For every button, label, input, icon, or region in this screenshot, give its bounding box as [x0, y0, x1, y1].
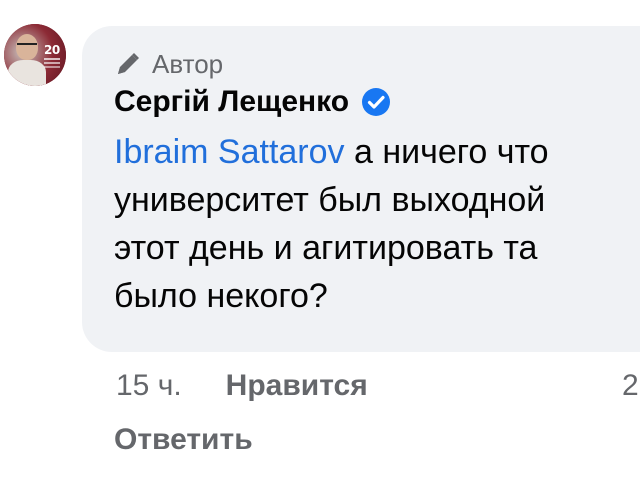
reply-button[interactable]: Ответить — [114, 420, 253, 460]
avatar-badge-text-lines — [44, 58, 60, 60]
avatar-badge-number: 20 — [44, 43, 60, 57]
comment-line-4: было некого? — [114, 277, 328, 315]
author-name-row: Сергій Лещенко — [114, 82, 391, 122]
verified-badge-icon — [362, 88, 391, 116]
avatar-body — [8, 60, 46, 86]
comment-screen: 20 Автор Сергій Лещенко Ibraim Sattarov … — [0, 0, 640, 480]
comment-actions: 15 ч. Нравится — [116, 366, 368, 406]
like-button[interactable]: Нравится — [226, 366, 368, 406]
author-label: Автор — [152, 49, 224, 79]
comment-timestamp[interactable]: 15 ч. — [116, 366, 182, 406]
author-badge: Автор — [114, 48, 223, 80]
avatar-glasses — [17, 43, 37, 49]
pen-icon — [118, 53, 139, 74]
author-name[interactable]: Сергій Лещенко — [114, 82, 349, 122]
comment-line-1: Ibraim Sattarov а ничего что — [114, 128, 640, 176]
comment-text: Ibraim Sattarov а ничего что университет… — [114, 128, 640, 320]
comment-line-1-text: а ничего что — [344, 133, 549, 171]
comment-line-3: этот день и агитировать та — [114, 229, 538, 267]
reaction-count[interactable]: 2 — [622, 366, 639, 406]
avatar[interactable]: 20 — [4, 24, 66, 86]
comment-line-2: университет был выходной — [114, 181, 546, 219]
mention-link[interactable]: Ibraim Sattarov — [114, 133, 345, 171]
